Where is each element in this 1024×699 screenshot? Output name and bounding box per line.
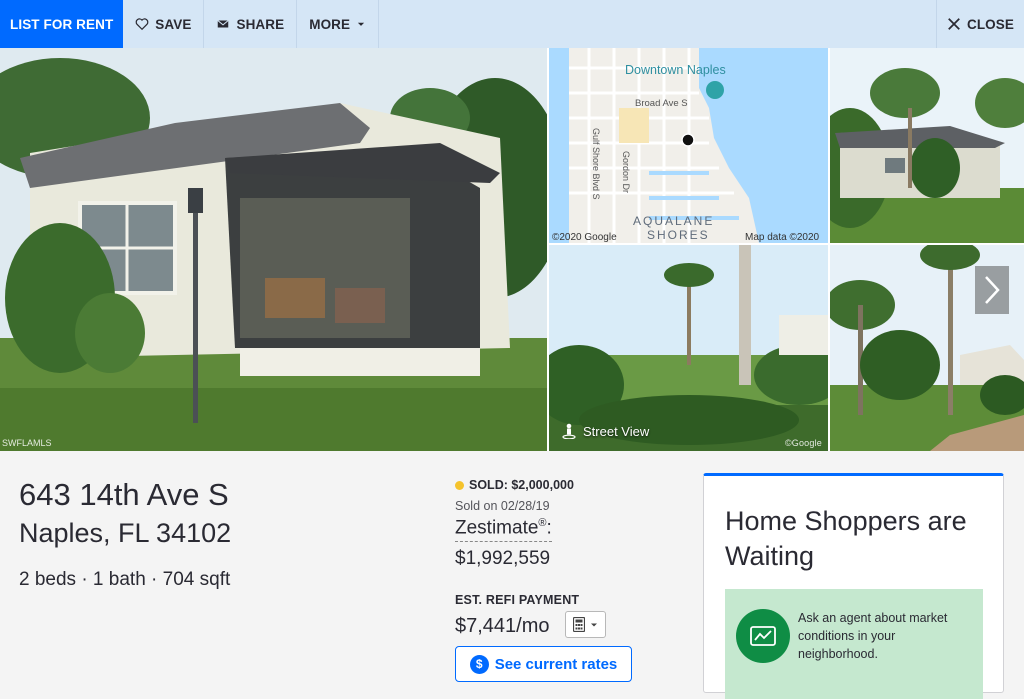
agent-promo-text: Ask an agent about market conditions in … xyxy=(798,611,948,661)
zestimate-label-text: Zestimate xyxy=(455,517,539,539)
map-street-broad: Broad Ave S xyxy=(635,98,688,109)
close-button[interactable]: CLOSE xyxy=(937,0,1024,48)
zestimate-colon: : xyxy=(546,517,552,539)
thumbnail-photo-2[interactable] xyxy=(830,48,1024,243)
map-area-label-1: AQUALANE xyxy=(633,214,714,228)
payment-calculator-button[interactable] xyxy=(565,611,606,638)
map-copyright: ©2020 Google xyxy=(552,232,617,243)
caret-down-icon xyxy=(358,22,365,26)
zestimate-registered-mark: ® xyxy=(538,517,547,529)
share-button[interactable]: SHARE xyxy=(204,0,298,48)
map-street-gordon: Gordon Dr xyxy=(621,151,631,193)
share-label: SHARE xyxy=(236,16,285,32)
save-button[interactable]: SAVE xyxy=(123,0,205,48)
toolbar-spacer xyxy=(379,0,937,48)
map-street-gulf-shore: Gulf Shore Blvd S xyxy=(591,128,601,200)
address-street: 643 14th Ave S xyxy=(19,477,229,512)
map-illustration: Downtown Naples Broad Ave S Gulf Shore B… xyxy=(549,48,828,243)
status-badge: SOLD: $2,000,000 xyxy=(455,478,574,492)
caret-down-icon xyxy=(591,623,597,626)
sold-date: Sold on 02/28/19 xyxy=(455,499,550,513)
street-view-text: Street View xyxy=(583,423,650,439)
photo-gallery: SWFLAMLS Downtown Naples Broad Ave S Gul… xyxy=(0,48,1024,451)
next-photo-button[interactable] xyxy=(975,266,1009,314)
zestimate-value: $1,992,559 xyxy=(455,548,551,569)
main-photo[interactable]: SWFLAMLS xyxy=(0,48,547,451)
thumbnail-2-illustration xyxy=(830,48,1024,243)
map-place-label: Downtown Naples xyxy=(625,63,726,77)
card-title: Home Shoppers are Waiting xyxy=(725,506,967,571)
street-view-watermark: ©Google xyxy=(784,438,822,448)
home-facts: 2 beds · 1 bath · 704 sqft xyxy=(19,569,231,590)
top-toolbar: LIST FOR RENT SAVE SHARE MORE CLOSE xyxy=(0,0,1024,48)
list-for-rent-button[interactable]: LIST FOR RENT xyxy=(0,0,124,48)
agent-promo[interactable]: Ask an agent about market conditions in … xyxy=(725,589,983,699)
see-current-rates-label: See current rates xyxy=(494,655,618,673)
more-label: MORE xyxy=(309,16,351,32)
heart-icon xyxy=(135,18,149,31)
map-area-label-2: SHORES xyxy=(647,228,710,242)
dollar-icon: $ xyxy=(469,654,489,674)
close-label: CLOSE xyxy=(966,16,1014,32)
home-shoppers-card: Home Shoppers are Waiting Ask an agent a… xyxy=(703,473,1004,699)
chevron-right-icon xyxy=(985,276,1000,304)
zestimate-label[interactable]: Zestimate®: xyxy=(455,517,552,543)
street-view-thumbnail[interactable]: Street View ©Google xyxy=(549,245,828,451)
sold-status-dot xyxy=(455,480,464,490)
street-view-label: Street View xyxy=(561,423,649,439)
pegman-icon xyxy=(562,423,576,439)
status-text: SOLD: $2,000,000 xyxy=(469,478,574,492)
save-label: SAVE xyxy=(155,16,192,32)
house-illustration: SWFLAMLS xyxy=(0,48,547,451)
street-view-illustration xyxy=(549,245,828,451)
close-icon xyxy=(948,18,960,30)
envelope-icon xyxy=(217,20,230,28)
calculator-icon xyxy=(573,617,585,632)
market-chart-icon xyxy=(736,609,790,663)
refi-payment-label: EST. REFI PAYMENT xyxy=(455,593,580,607)
main-photo-watermark: SWFLAMLS xyxy=(2,438,52,448)
map-data-credit: Map data ©2020 xyxy=(745,232,820,243)
more-button[interactable]: MORE xyxy=(297,0,380,48)
address-city: Naples, FL 34102 xyxy=(19,518,232,548)
map-thumbnail[interactable]: Downtown Naples Broad Ave S Gulf Shore B… xyxy=(549,48,828,243)
refi-payment-value: $7,441/mo xyxy=(455,615,550,637)
